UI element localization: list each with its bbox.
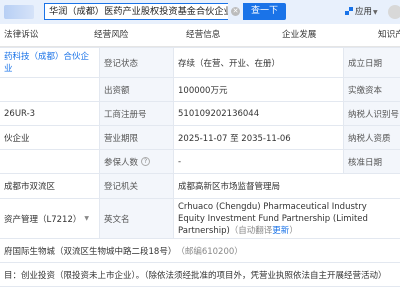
field-label-text: 参保人数: [104, 157, 139, 168]
logo-mark: [4, 5, 34, 19]
field-label: 成立日期: [344, 48, 400, 77]
table-row: 参保人数? - 核准日期: [0, 150, 400, 174]
partner-link[interactable]: 药科技（成都）合伙企业: [0, 48, 100, 77]
field-value: 2025-11-07 至 2035-11-06: [174, 126, 344, 149]
grid-icon: [345, 7, 353, 15]
search-button[interactable]: 查一下: [243, 3, 286, 20]
field-value: 100000万元: [174, 78, 344, 101]
field-label: 核准日期: [344, 150, 400, 173]
field-label: 纳税人资质: [344, 126, 400, 149]
top-bar: 华润（成都）医药产业股权投资基金合伙企业 ✕ 查一下 应用▼: [0, 0, 400, 24]
field-label: 英文名: [100, 199, 174, 238]
tab-ip[interactable]: 知识产: [378, 25, 400, 46]
tab-legal[interactable]: 法律诉讼: [4, 25, 38, 46]
field-value: 26UR-3: [0, 102, 100, 125]
tab-business-info[interactable]: 经营信息: [186, 25, 220, 46]
table-row: 26UR-3 工商注册号 510109202136044 纳税人识别号: [0, 102, 400, 126]
tab-development[interactable]: 企业发展: [282, 25, 316, 46]
postcode: （邮编610200）: [176, 246, 243, 257]
field-label: 登记状态: [100, 48, 174, 77]
field-label: 工商注册号: [100, 102, 174, 125]
field-value: -: [174, 150, 344, 173]
apps-menu[interactable]: 应用▼: [345, 5, 378, 19]
business-scope-value: 目：创业投资（限投资未上市企业）。（除依法须经批准的项目外，凭营业执照依法自主开…: [4, 270, 387, 281]
section-tabs: 法律诉讼 经营风险 经营信息 企业发展 知识产: [0, 25, 400, 47]
field-label: 纳税人识别号: [344, 102, 400, 125]
update-link[interactable]: 更新: [272, 226, 289, 236]
chevron-down-icon: ▼: [373, 9, 378, 16]
field-value: 存续（在营、开业、在册）: [174, 48, 344, 77]
industry-field[interactable]: 资产管理（L7212） ▼: [0, 199, 100, 238]
field-label: 登记机关: [100, 174, 174, 198]
auto-translate-note: （自动翻译: [229, 225, 273, 236]
clear-icon[interactable]: ✕: [231, 7, 240, 16]
avatar[interactable]: [388, 5, 400, 19]
chevron-down-icon: ▼: [84, 215, 89, 222]
field-label: 出资额: [100, 78, 174, 101]
apps-label: 应用: [355, 7, 373, 17]
field-label: 营业期限: [100, 126, 174, 149]
help-icon[interactable]: ?: [141, 157, 151, 166]
table-row: 目：创业投资（限投资未上市企业）。（除依法须经批准的项目外，凭营业执照依法自主开…: [0, 263, 400, 287]
field-label: 实缴资本: [344, 78, 400, 101]
address-value: 府国际生物城（双流区生物城中路二段18号） （邮编610200）: [0, 239, 400, 262]
business-info-table: 药科技（成都）合伙企业 登记状态 存续（在营、开业、在册） 成立日期 出资额 1…: [0, 47, 400, 287]
field-value: [0, 78, 100, 101]
table-row: 府国际生物城（双流区生物城中路二段18号） （邮编610200）: [0, 239, 400, 263]
english-name-value: Crhuaco (Chengdu) Pharmaceutical Industr…: [174, 199, 400, 238]
industry-value: 资产管理（L7212）: [4, 214, 82, 225]
search-input[interactable]: 华润（成都）医药产业股权投资基金合伙企业: [44, 3, 228, 20]
field-value: 伙企业: [0, 126, 100, 149]
table-row: 药科技（成都）合伙企业 登记状态 存续（在营、开业、在册） 成立日期: [0, 48, 400, 78]
field-value: 成都市双流区: [0, 174, 100, 198]
logo[interactable]: [0, 0, 42, 24]
tab-risk[interactable]: 经营风险: [94, 25, 128, 46]
field-value: 510109202136044: [174, 102, 344, 125]
english-name-box: Crhuaco (Chengdu) Pharmaceutical Industr…: [178, 201, 396, 237]
field-label: 参保人数?: [100, 150, 174, 173]
table-row: 资产管理（L7212） ▼ 英文名 Crhuaco (Chengdu) Pharm…: [0, 199, 400, 239]
address-text: 府国际生物城（双流区生物城中路二段18号）: [4, 246, 177, 257]
table-row: 成都市双流区 登记机关 成都高新区市场监督管理局: [0, 174, 400, 199]
table-row: 出资额 100000万元 实缴资本: [0, 78, 400, 102]
table-row: 伙企业 营业期限 2025-11-07 至 2035-11-06 纳税人资质: [0, 126, 400, 150]
field-value: [0, 150, 100, 173]
field-value: 成都高新区市场监督管理局: [178, 182, 281, 192]
auto-translate-close: ）: [289, 225, 298, 236]
partner-name[interactable]: 药科技（成都）合伙企业: [4, 51, 95, 75]
